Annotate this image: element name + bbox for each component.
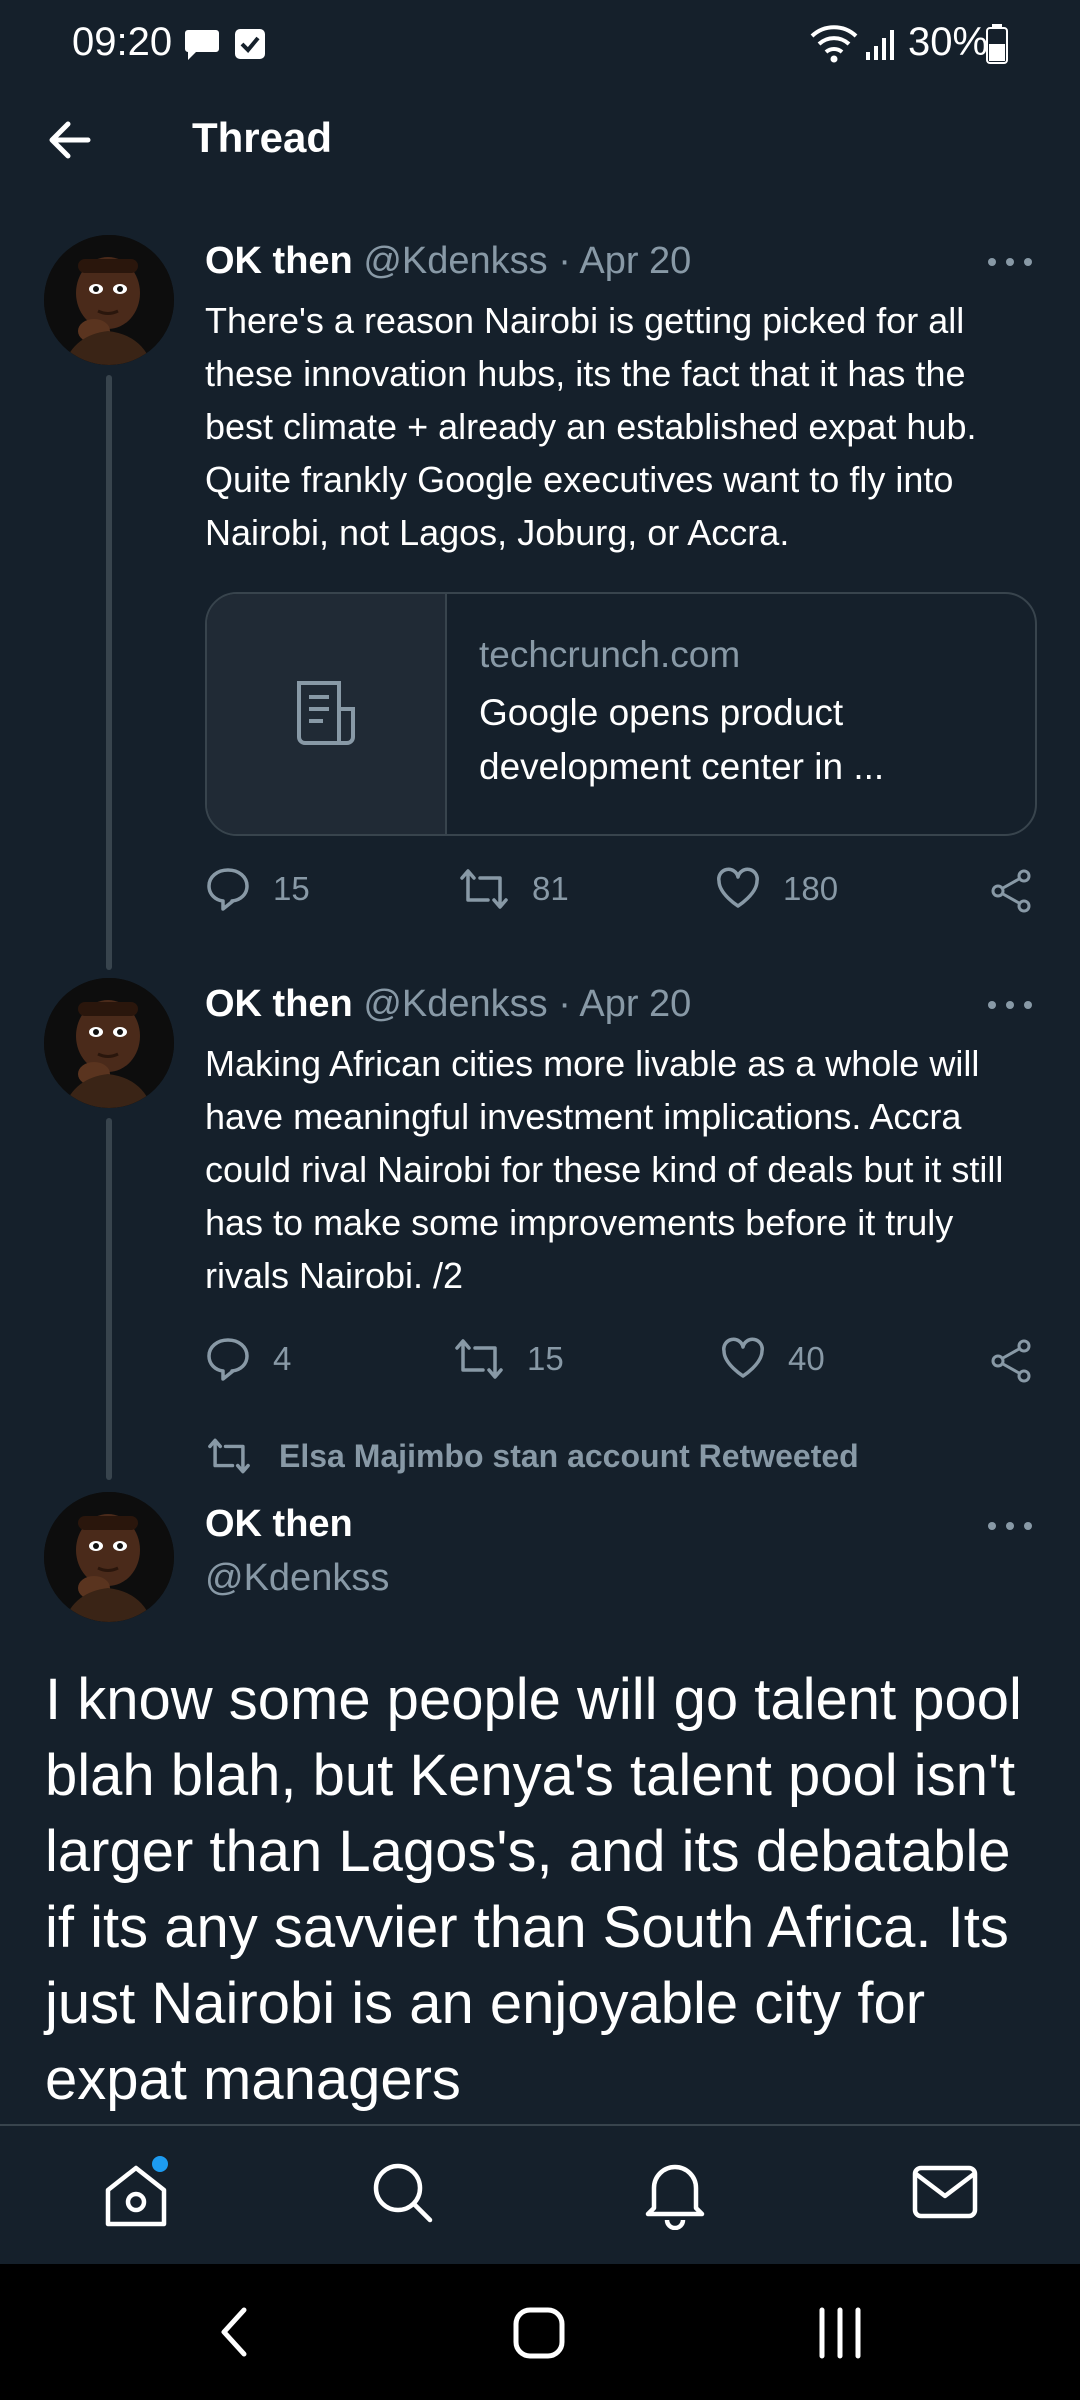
signal-icon	[866, 30, 894, 60]
author-name[interactable]: OK then	[205, 983, 353, 1025]
retweet-icon	[460, 869, 508, 909]
memoji-avatar-icon	[44, 235, 174, 365]
reply-count: 15	[273, 870, 310, 907]
like-button[interactable]: 40	[720, 1336, 825, 1382]
nav-messages[interactable]	[910, 2162, 980, 2222]
home-icon	[513, 2307, 565, 2359]
reply-button[interactable]: 15	[205, 866, 310, 912]
tweet-header: OK then @Kdenkss · Apr 20	[205, 240, 691, 283]
reply-icon	[207, 1338, 249, 1381]
separator: ·	[558, 983, 571, 1025]
system-recents-button[interactable]	[812, 2304, 868, 2362]
more-options-button[interactable]	[980, 1514, 1040, 1544]
system-back-button[interactable]	[210, 2304, 260, 2360]
notifications-icon	[645, 2164, 705, 2231]
author-handle[interactable]: @Kdenkss	[205, 1557, 389, 1600]
nav-home[interactable]	[98, 2156, 174, 2232]
system-navigation	[0, 2264, 1080, 2400]
more-options-button[interactable]	[980, 993, 1040, 1023]
memoji-avatar-icon	[44, 1492, 174, 1622]
retweeted-by-text: Elsa Majimbo stan account Retweeted	[279, 1437, 859, 1474]
link-card-domain: techcrunch.com	[479, 634, 741, 675]
reply-icon	[207, 868, 249, 911]
link-card-thumbnail	[207, 594, 447, 834]
avatar[interactable]	[44, 1492, 174, 1622]
system-home-button[interactable]	[510, 2304, 570, 2362]
heart-icon	[722, 1337, 764, 1378]
status-time: 09:20	[72, 20, 173, 64]
thread-line	[106, 1118, 112, 1480]
link-card[interactable]: techcrunch.com Google opens product deve…	[205, 592, 1037, 836]
battery-percent: 30%	[908, 20, 989, 64]
retweet-icon	[455, 1339, 503, 1379]
focused-tweet-text: I know some people will go talent pool b…	[45, 1667, 1022, 2112]
link-card-title: Google opens product development center …	[479, 692, 885, 787]
more-icon	[988, 1522, 1032, 1530]
search-icon	[373, 2163, 433, 2223]
tweet-date[interactable]: Apr 20	[579, 240, 691, 282]
tweet-text: There's a reason Nairobi is getting pick…	[205, 300, 977, 553]
tweet-text: Making African cities more livable as a …	[205, 1043, 1004, 1296]
heart-icon	[717, 867, 759, 908]
like-button[interactable]: 180	[715, 866, 838, 912]
status-bar: 09:20 30%	[0, 0, 1080, 88]
share-button[interactable]	[988, 1338, 1034, 1389]
retweet-button[interactable]: 15	[453, 1336, 564, 1382]
nav-notifications[interactable]	[640, 2156, 710, 2231]
reply-button[interactable]: 4	[205, 1336, 291, 1382]
article-icon	[297, 681, 355, 745]
reply-count: 4	[273, 1340, 292, 1377]
thread-line	[106, 375, 112, 970]
retweet-button[interactable]: 81	[458, 866, 569, 912]
retweeted-by-label[interactable]: Elsa Majimbo stan account Retweeted	[205, 1436, 859, 1476]
back-icon	[221, 2307, 247, 2357]
author-name[interactable]: OK then	[205, 240, 353, 282]
more-icon	[988, 1001, 1032, 1009]
like-count: 40	[788, 1340, 825, 1377]
home-icon	[105, 2156, 168, 2227]
author-handle[interactable]: @Kdenkss	[363, 983, 547, 1025]
retweet-count: 15	[527, 1340, 564, 1377]
bottom-navigation	[0, 2124, 1080, 2266]
back-button[interactable]	[40, 105, 100, 175]
wifi-icon	[810, 25, 858, 63]
more-icon	[988, 258, 1032, 266]
author-handle[interactable]: @Kdenkss	[363, 240, 547, 282]
share-icon	[991, 1339, 1031, 1383]
nav-search[interactable]	[368, 2158, 438, 2228]
share-icon	[991, 869, 1031, 913]
battery-icon	[986, 24, 1008, 64]
retweet-icon	[208, 1438, 250, 1474]
recents-icon	[819, 2307, 861, 2359]
memoji-avatar-icon	[44, 978, 174, 1108]
like-count: 180	[783, 870, 839, 907]
author-name[interactable]: OK then	[205, 1503, 353, 1546]
tweet-header: OK then @Kdenkss · Apr 20	[205, 983, 691, 1026]
arrow-left-icon	[49, 121, 91, 159]
tweet-date[interactable]: Apr 20	[579, 983, 691, 1025]
page-title: Thread	[192, 114, 333, 161]
share-button[interactable]	[988, 868, 1034, 919]
message-icon	[185, 30, 219, 60]
retweet-count: 81	[532, 870, 569, 907]
more-options-button[interactable]	[980, 250, 1040, 280]
messages-icon	[912, 2165, 978, 2219]
avatar[interactable]	[44, 978, 174, 1108]
check-box-icon	[235, 29, 265, 59]
avatar[interactable]	[44, 235, 174, 365]
separator: ·	[558, 240, 571, 282]
